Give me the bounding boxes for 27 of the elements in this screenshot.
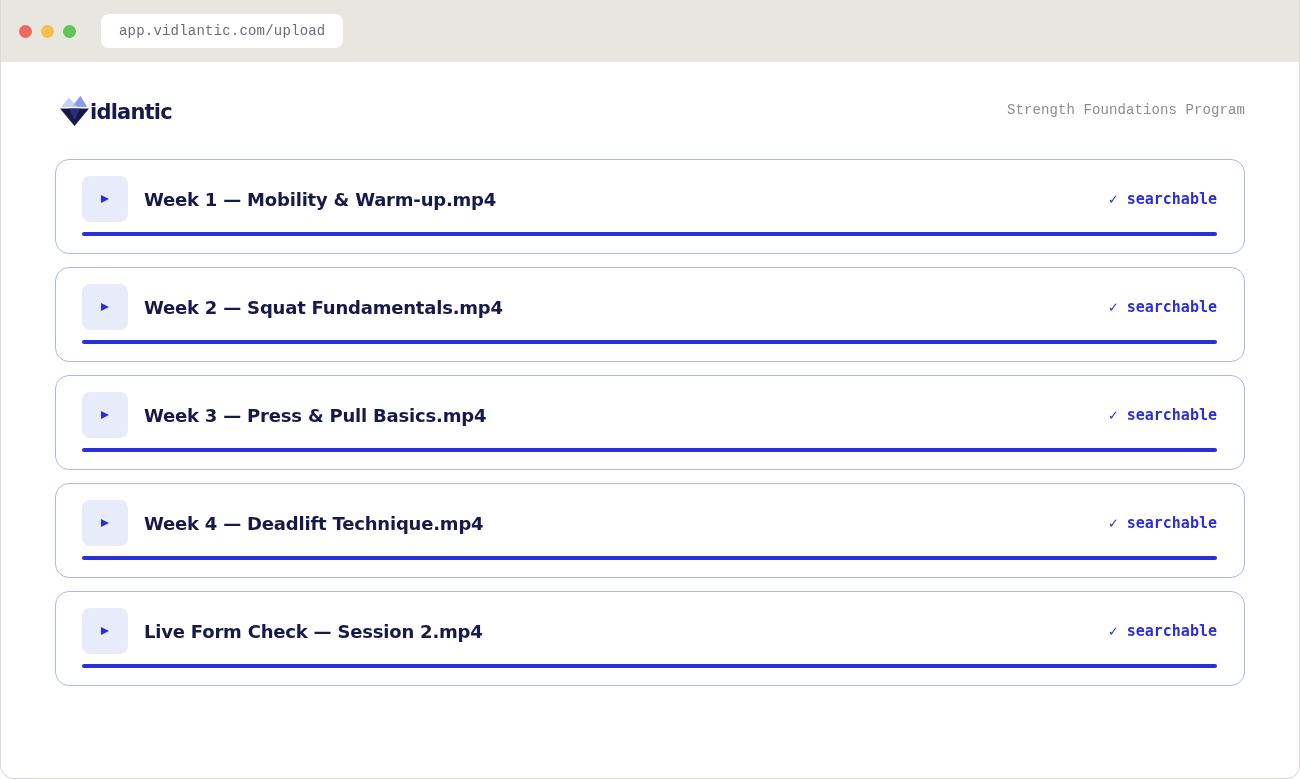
play-button[interactable] — [82, 500, 128, 546]
address-bar[interactable]: app.vidlantic.com/upload — [101, 14, 344, 48]
play-icon — [101, 411, 109, 419]
play-icon — [101, 627, 109, 635]
video-filename: Week 2 — Squat Fundamentals.mp4 — [144, 296, 504, 318]
play-button[interactable] — [82, 392, 128, 438]
play-icon — [101, 195, 109, 203]
status-label: ✓ searchable — [1108, 514, 1217, 532]
logo-text: idlantic — [90, 101, 172, 126]
status-label: ✓ searchable — [1108, 622, 1217, 640]
logo-gem-icon — [60, 94, 89, 126]
play-button[interactable] — [82, 176, 128, 222]
play-button[interactable] — [82, 608, 128, 654]
minimize-window-icon[interactable] — [41, 24, 54, 38]
video-filename: Live Form Check — Session 2.mp4 — [144, 620, 484, 642]
close-window-icon[interactable] — [19, 24, 32, 38]
play-button[interactable] — [82, 284, 128, 330]
program-title: Strength Foundations Program — [1006, 102, 1245, 118]
status-label: ✓ searchable — [1108, 190, 1217, 208]
video-filename: Week 3 — Press & Pull Basics.mp4 — [144, 404, 488, 426]
video-filename: Week 4 — Deadlift Technique.mp4 — [144, 512, 485, 534]
play-icon — [101, 519, 109, 527]
play-icon — [101, 303, 109, 311]
video-filename: Week 1 — Mobility & Warm-up.mp4 — [144, 188, 498, 210]
status-label: ✓ searchable — [1108, 406, 1217, 424]
maximize-window-icon[interactable] — [63, 24, 76, 38]
status-label: ✓ searchable — [1108, 298, 1217, 316]
